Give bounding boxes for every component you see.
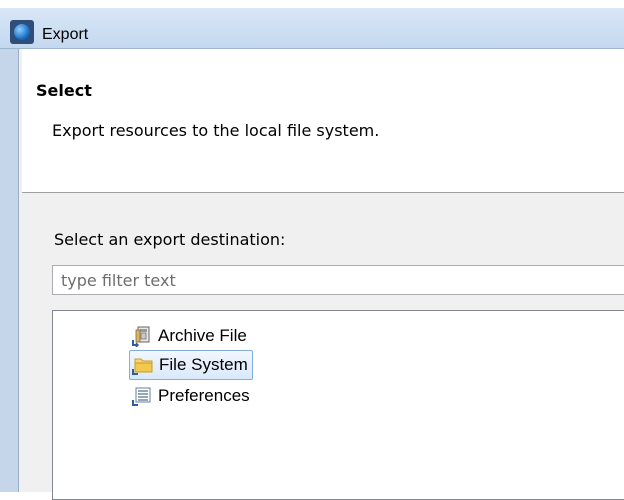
preferences-icon (131, 385, 153, 407)
window-title: Export (42, 26, 89, 43)
destination-tree[interactable]: Archive File File System Preferences (52, 310, 624, 500)
tree-item-file-system[interactable]: File System (129, 350, 253, 380)
export-dialog: Export Select Export resources to the lo… (0, 0, 624, 500)
folder-icon (132, 354, 154, 376)
tree-item-label: Preferences (158, 386, 250, 405)
window-frame-left (0, 49, 19, 492)
tree-item-label: File System (159, 355, 248, 374)
filter-input[interactable] (52, 265, 624, 295)
tree-item-preferences[interactable]: Preferences (129, 381, 254, 411)
destination-label: Select an export destination: (54, 230, 286, 249)
page-title: Select (36, 81, 92, 100)
tree-item-label: Archive File (158, 326, 247, 345)
page-description: Export resources to the local file syste… (52, 121, 380, 140)
eclipse-app-icon (10, 20, 34, 44)
wizard-body: Select an export destination: Archive Fi… (22, 193, 624, 500)
dialog-top-edge (0, 0, 624, 8)
title-bar[interactable]: Export (0, 8, 624, 49)
tree-item-archive-file[interactable]: Archive File (129, 321, 251, 351)
archive-file-icon (131, 325, 153, 348)
wizard-header: Select Export resources to the local fil… (22, 49, 624, 193)
